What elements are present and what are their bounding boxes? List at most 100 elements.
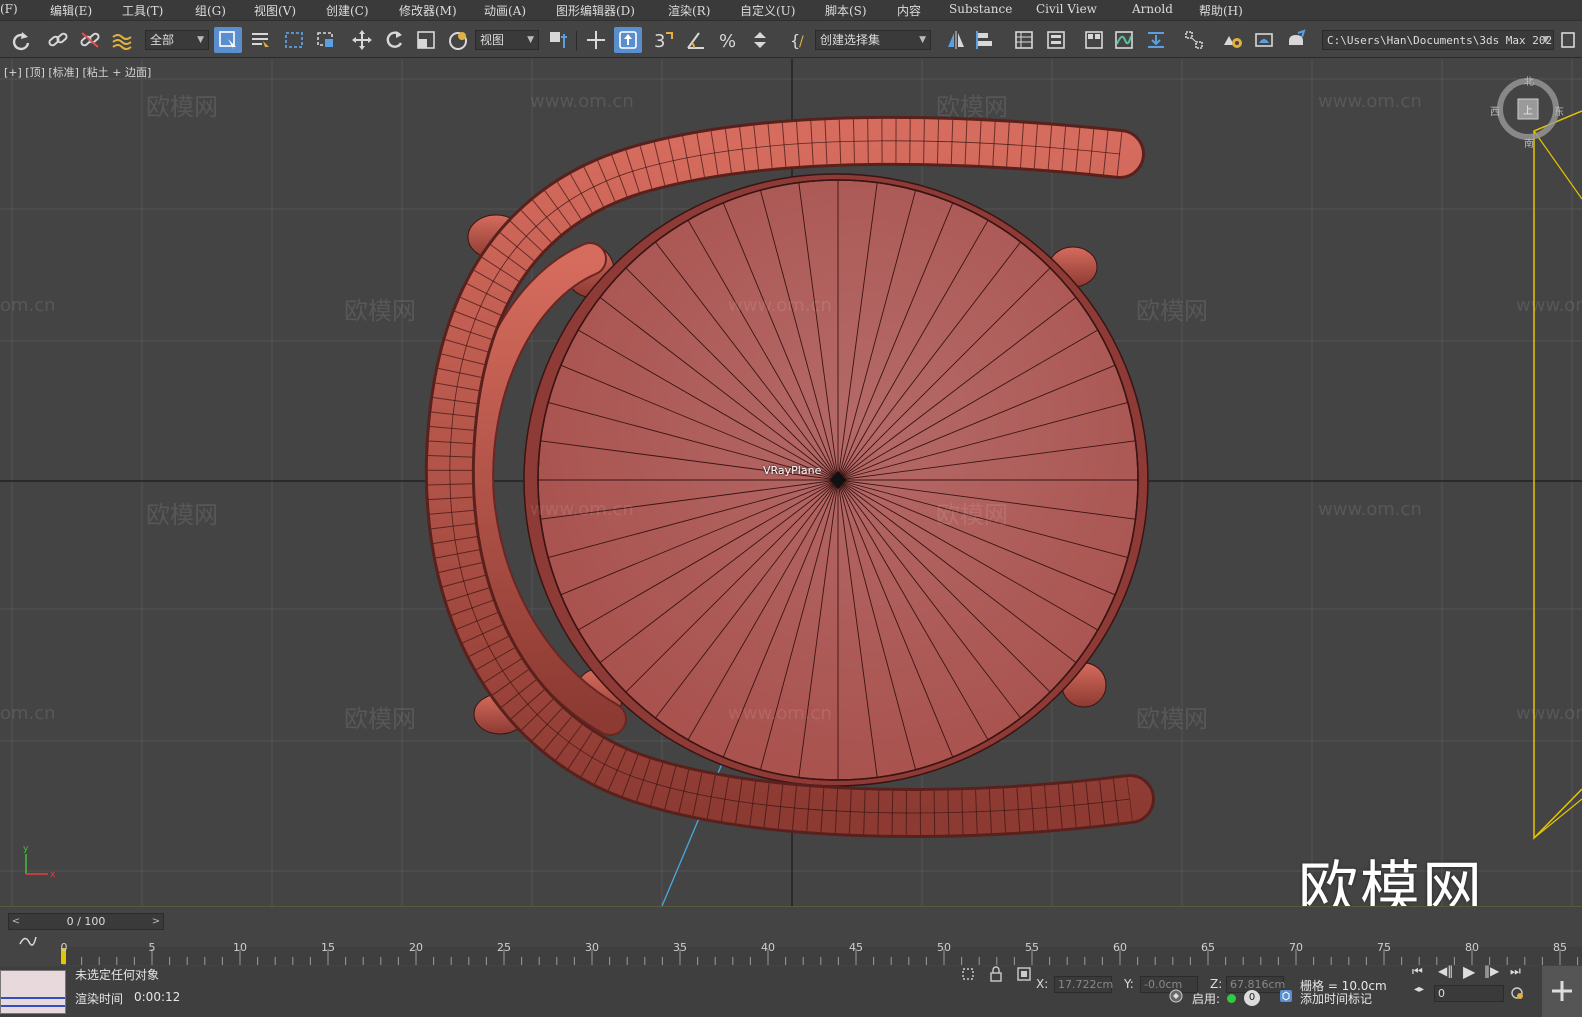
time-slider-next-icon[interactable]: > <box>149 914 163 929</box>
z-coord-label: Z: <box>1210 977 1223 991</box>
menu-tools[interactable]: 工具(T) <box>122 2 163 19</box>
tick-label: 45 <box>849 941 863 954</box>
align-icon[interactable] <box>972 27 1000 53</box>
add-time-tag-label[interactable]: 添加时间标记 <box>1300 990 1372 1007</box>
x-coord-label: X: <box>1036 977 1049 991</box>
isolate-selection-icon[interactable] <box>958 964 978 984</box>
time-slider-prev-icon[interactable]: < <box>9 914 23 929</box>
menu-edit[interactable]: 编辑(E) <box>50 2 92 19</box>
viewport-canvas: y x <box>0 59 1582 906</box>
tick-label: 65 <box>1201 941 1215 954</box>
tick-label: 40 <box>761 941 775 954</box>
keyboard-shortcut-override-icon[interactable] <box>614 27 642 53</box>
window-crossing-icon[interactable] <box>312 27 340 53</box>
enable-count-badge[interactable]: 0 <box>1244 990 1260 1006</box>
viewcube-south[interactable]: 南 <box>1524 135 1534 150</box>
menu-create[interactable]: 创建(C) <box>326 2 369 19</box>
select-by-name-icon[interactable] <box>246 27 274 53</box>
named-selection-set-dropdown[interactable]: 创建选择集 ▼ <box>815 30 931 50</box>
maxscript-listener-thumbnail[interactable] <box>0 970 66 1014</box>
select-object-icon[interactable] <box>214 27 242 53</box>
menu-substance[interactable]: Substance <box>949 2 1012 16</box>
toolbar-separator <box>576 31 577 51</box>
menu-civil-view[interactable]: Civil View <box>1036 2 1097 16</box>
watermark-url: www.om.cn <box>1318 91 1422 112</box>
render-time-label: 渲染时间 <box>75 992 124 1006</box>
key-mode-icon[interactable]: ◂▸ <box>1414 984 1424 995</box>
unlink-icon[interactable] <box>76 27 104 53</box>
menu-views[interactable]: 视图(V) <box>254 2 296 19</box>
menu-arnold[interactable]: Arnold <box>1132 2 1173 16</box>
menu-graph-editors[interactable]: 图形编辑器(D) <box>556 2 635 19</box>
render-production-icon[interactable] <box>1282 27 1310 53</box>
bind-space-warp-icon[interactable] <box>108 27 136 53</box>
previous-frame-icon[interactable]: ◀‖ <box>1438 964 1453 978</box>
rectangular-selection-icon[interactable] <box>280 27 308 53</box>
watermark-url: www.om.cn <box>1516 703 1582 724</box>
layer-explorer-icon[interactable] <box>1042 27 1070 53</box>
project-folder-icon[interactable] <box>1558 27 1578 53</box>
current-frame-field[interactable]: 0 <box>1434 985 1504 1002</box>
move-icon[interactable] <box>348 27 376 53</box>
play-icon[interactable]: ▶ <box>1463 962 1475 981</box>
reference-coord-dropdown[interactable]: 视图 ▼ <box>475 30 539 50</box>
svg-text:/: / <box>799 34 804 50</box>
viewcube-top-face[interactable]: 上 <box>1523 102 1533 117</box>
go-to-start-icon[interactable]: ⏮ <box>1412 964 1423 979</box>
tick-label: 10 <box>233 941 247 954</box>
time-tag-icon[interactable] <box>1276 986 1296 1006</box>
menu-rendering[interactable]: 渲染(R) <box>668 2 710 19</box>
viewcube-east[interactable]: 东 <box>1554 103 1564 118</box>
material-editor-icon[interactable] <box>1180 27 1208 53</box>
pivot-center-icon[interactable] <box>544 27 572 53</box>
schematic-view-icon[interactable] <box>1142 27 1170 53</box>
selection-lock-icon[interactable] <box>986 964 1006 984</box>
rendered-frame-window-icon[interactable] <box>1250 27 1278 53</box>
menu-help[interactable]: 帮助(H) <box>1199 2 1243 19</box>
place-icon[interactable] <box>444 27 472 53</box>
viewcube-north[interactable]: 北 <box>1524 73 1534 88</box>
timeline-tick-labels: 0 5 10 15 20 25 30 35 40 45 50 55 60 65 … <box>60 935 1582 955</box>
x-coord-field[interactable]: 17.722cm <box>1054 976 1113 993</box>
render-setup-icon[interactable] <box>1218 27 1246 53</box>
time-config-icon[interactable] <box>1508 984 1526 1002</box>
scene-explorer-icon[interactable] <box>1010 27 1038 53</box>
snaps-toggle-icon[interactable]: 3 <box>650 27 678 53</box>
menu-file[interactable]: (F) <box>0 2 18 16</box>
menu-scripting[interactable]: 脚本(S) <box>825 2 867 19</box>
menu-animation[interactable]: 动画(A) <box>484 2 526 19</box>
link-icon[interactable] <box>44 27 72 53</box>
rotate-icon[interactable] <box>380 27 408 53</box>
select-manipulate-icon[interactable] <box>582 27 610 53</box>
project-path-dropdown[interactable]: C:\Users\Han\Documents\3ds Max 2022 ▼ <box>1322 30 1554 50</box>
tick-label: 5 <box>148 941 156 954</box>
toggle-ribbon-icon[interactable] <box>1080 27 1108 53</box>
main-toolbar: 全部 ▼ 视图 ▼ 3 % {/ 创建选择集 ▼ C:\Users\Han\Do… <box>0 20 1582 58</box>
edit-named-selection-icon[interactable]: {/ <box>786 27 814 53</box>
menu-group[interactable]: 组(G) <box>195 2 226 19</box>
watermark-url: www.om.cn <box>1318 499 1422 520</box>
redo-icon[interactable] <box>6 27 34 53</box>
selection-filter-dropdown[interactable]: 全部 ▼ <box>145 30 209 50</box>
top-viewport[interactable]: y x [+] [顶] [标准] [粘土 + 边面] 欧模网 www.om.cn… <box>0 59 1582 906</box>
mirror-icon[interactable] <box>942 27 970 53</box>
angle-snap-icon[interactable] <box>682 27 710 53</box>
viewport-label-menu[interactable]: [+] [顶] [标准] [粘土 + 边面] <box>4 64 151 80</box>
curve-editor-icon[interactable] <box>1110 27 1138 53</box>
next-frame-icon[interactable]: ‖▶ <box>1484 964 1499 978</box>
adaptive-degradation-icon[interactable] <box>1166 986 1186 1006</box>
menu-modifiers[interactable]: 修改器(M) <box>399 2 457 19</box>
menu-customize[interactable]: 自定义(U) <box>740 2 795 19</box>
zoom-extents-icon[interactable] <box>1549 978 1575 1004</box>
mini-curve-editor-icon[interactable] <box>14 929 42 951</box>
status-indicator-icon <box>1227 994 1236 1003</box>
absolute-mode-icon[interactable] <box>1014 964 1034 984</box>
viewcube[interactable]: 北 南 东 西 上 <box>1490 77 1564 150</box>
percent-snap-icon[interactable]: % <box>714 27 742 53</box>
viewcube-west[interactable]: 西 <box>1490 103 1500 118</box>
scale-icon[interactable] <box>412 27 440 53</box>
time-slider[interactable]: < 0 / 100 > <box>8 913 164 930</box>
go-to-end-icon[interactable]: ⏭ <box>1510 964 1521 979</box>
menu-content[interactable]: 内容 <box>897 2 921 19</box>
spinner-snap-icon[interactable] <box>746 27 774 53</box>
